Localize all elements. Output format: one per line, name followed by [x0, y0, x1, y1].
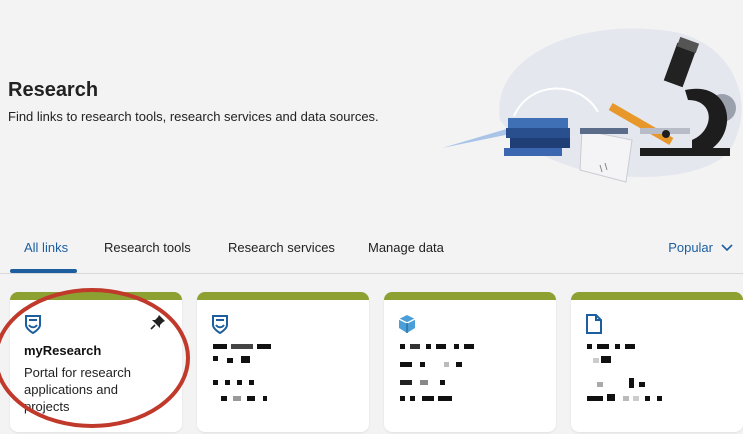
chevron-down-icon	[721, 243, 733, 251]
redacted-text	[213, 344, 271, 401]
tab-all-links[interactable]: All links	[24, 240, 68, 255]
cube-icon	[398, 315, 416, 333]
redacted-text	[587, 344, 662, 401]
microscope-illustration	[442, 28, 742, 183]
card-description: Portal for research applications and pro…	[24, 365, 131, 414]
link-card-myresearch[interactable]: myResearch Portal for research applicati…	[10, 292, 182, 432]
sort-label: Popular	[668, 240, 713, 255]
document-icon	[586, 314, 602, 334]
page-subtitle: Find links to research tools, research s…	[8, 109, 379, 124]
link-card-redacted-1[interactable]	[197, 292, 369, 432]
page-title: Research	[8, 79, 99, 101]
tab-bar: All links Research tools Research servic…	[0, 232, 743, 274]
sort-dropdown[interactable]: Popular	[668, 240, 733, 255]
shield-icon	[25, 315, 41, 334]
active-tab-indicator	[10, 269, 77, 273]
tab-manage-data[interactable]: Manage data	[368, 240, 444, 255]
redacted-text	[400, 344, 474, 401]
hero-banner: Research Find links to research tools, r…	[0, 0, 743, 215]
link-card-redacted-3[interactable]	[571, 292, 743, 432]
link-card-redacted-2[interactable]	[384, 292, 556, 432]
card-title: myResearch	[24, 343, 102, 358]
tab-research-services[interactable]: Research services	[228, 240, 335, 255]
tab-research-tools[interactable]: Research tools	[104, 240, 191, 255]
pin-icon[interactable]	[150, 314, 166, 330]
shield-icon	[212, 315, 228, 334]
